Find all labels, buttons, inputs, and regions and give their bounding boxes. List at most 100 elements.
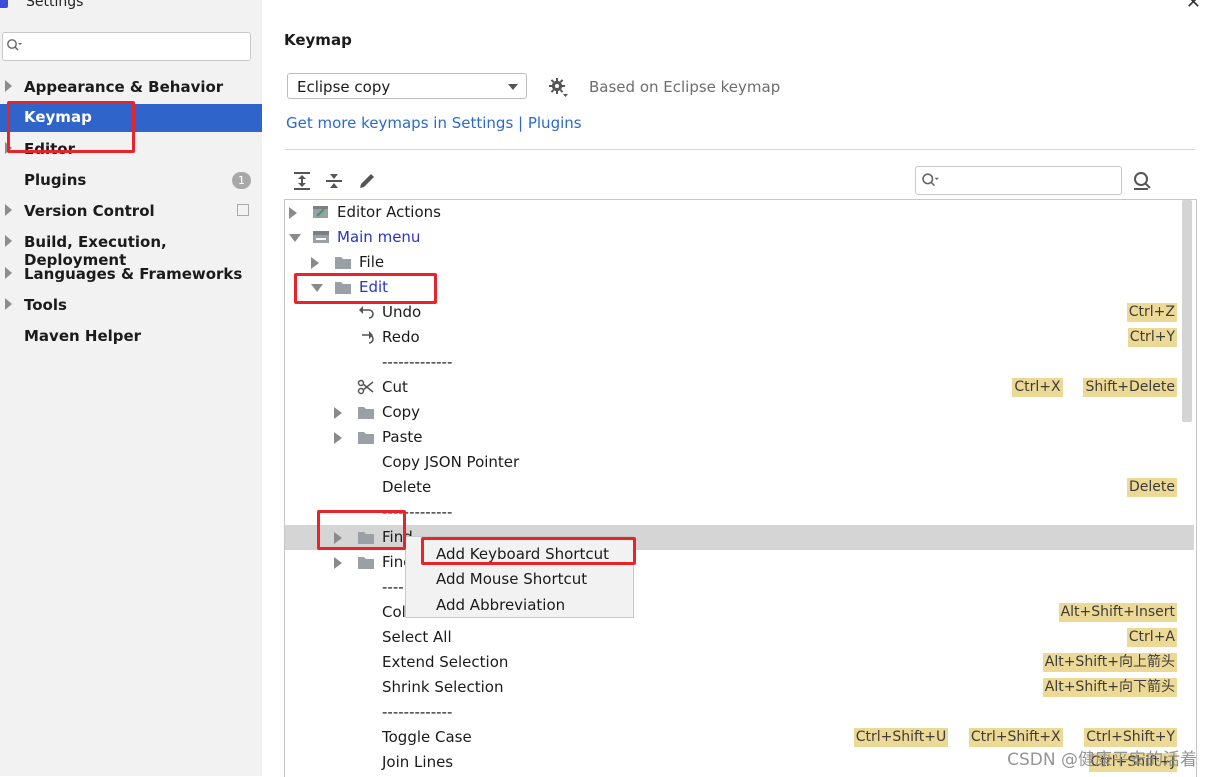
undo-icon [357,304,375,320]
shortcut-badge: Ctrl+Y [1127,328,1177,347]
tree-row[interactable]: Extend Selection Alt+Shift+向上箭头 [285,650,1194,675]
annotation-box-add-keyboard-shortcut [421,537,636,565]
annotation-box-keymap [7,101,135,153]
tree-row-label: ------------- [382,353,453,371]
tree-row-label: Delete [382,478,432,496]
sidebar-item-maven-helper[interactable]: Maven Helper [0,323,262,351]
tree-row[interactable]: Select All Ctrl+A [285,625,1194,650]
expand-all-icon[interactable] [292,171,312,191]
tree-row[interactable]: ------------- [285,500,1194,525]
editor-actions-icon [312,204,330,220]
tree-row[interactable]: Main menu [285,225,1194,250]
collapse-all-icon[interactable] [324,171,344,191]
chevron-right-icon[interactable] [334,407,342,419]
search-icon [7,39,22,51]
tree-row-label: Cut [382,378,408,396]
folder-icon [357,554,375,570]
tree-row[interactable]: Paste [285,425,1194,450]
based-on-text: Based on Eclipse keymap [589,78,781,96]
folder-icon [334,254,352,270]
menu-item-label: Add Mouse Shortcut [436,570,588,588]
shortcut-badge: Shift+Delete [1083,378,1177,397]
menu-item-label: Add Abbreviation [436,596,566,614]
shortcut-badge: Ctrl+Z [1126,303,1177,322]
folder-icon [357,429,375,445]
tree-row[interactable]: Shrink Selection Alt+Shift+向下箭头 [285,675,1194,700]
settings-search-input[interactable] [2,32,251,61]
keymap-filter-input[interactable] [915,166,1122,195]
tree-row[interactable]: File [285,250,1194,275]
sidebar-item-label: Version Control [24,202,155,220]
chevron-right-icon[interactable] [5,80,12,92]
tree-row-label: ---- [382,578,404,596]
menu-item-add-mouse-shortcut[interactable]: Add Mouse Shortcut [406,566,633,592]
sidebar-item-languages-frameworks[interactable]: Languages & Frameworks [0,261,262,289]
shortcut-badge: Ctrl+A [1126,628,1177,647]
sidebar-item-version-control[interactable]: Version Control [0,198,262,226]
shortcut-badge: Alt+Shift+Insert [1058,603,1177,622]
tree-row-label: Join Lines [382,753,454,771]
sidebar-item-label: Plugins [24,171,87,189]
sidebar-item-label: Maven Helper [24,327,142,345]
menu-icon [312,229,330,245]
chevron-right-icon[interactable] [5,204,12,216]
project-level-icon [237,204,249,216]
shortcut-badge: Delete [1127,478,1177,497]
shortcut-badge: Alt+Shift+向上箭头 [1042,653,1177,672]
shortcut-badge: Ctrl+Shift+U [853,728,949,747]
tree-row[interactable]: ------------- [285,350,1194,375]
gear-icon[interactable] [548,77,568,97]
keymap-select[interactable]: Eclipse copy [287,73,527,99]
sidebar-item-tools[interactable]: Tools [0,292,262,320]
window-title: Settings [26,0,84,10]
shortcut-badge: Ctrl+X [1012,378,1063,397]
chevron-right-icon[interactable] [5,298,12,310]
tree-row-label: Toggle Case [382,728,472,746]
edit-pencil-icon[interactable] [357,171,377,191]
divider [285,149,1195,150]
close-window-icon[interactable]: ✕ [1186,0,1201,13]
find-by-shortcut-icon[interactable] [1131,170,1153,192]
tree-row[interactable]: Redo Ctrl+Y [285,325,1194,350]
get-more-keymaps-link[interactable]: Get more keymaps in Settings | Plugins [286,114,582,132]
tree-row[interactable]: ------------- [285,700,1194,725]
tree-row-label: Redo [382,328,420,346]
menu-item-add-abbreviation[interactable]: Add Abbreviation [406,592,633,618]
watermark-text: CSDN @健康平安的活着 [1007,750,1197,770]
chevron-down-icon [508,84,518,90]
tree-row[interactable]: Cut Shift+Delete Ctrl+X [285,375,1194,400]
search-icon [922,173,939,187]
app-logo-icon [0,0,8,8]
annotation-box-edit [294,273,437,304]
sidebar-item-label: Appearance & Behavior [24,78,224,96]
sidebar-item-build-execution-deployment[interactable]: Build, Execution, Deployment [0,229,262,269]
tree-row-label: Copy JSON Pointer [382,453,520,471]
chevron-right-icon[interactable] [334,432,342,444]
sidebar-item-label: Languages & Frameworks [24,265,243,283]
sidebar-item-label: Tools [24,296,67,314]
tree-row-label: ------------- [382,703,453,721]
sidebar-item-appearance-behavior[interactable]: Appearance & Behavior [0,74,262,102]
tree-row-label: Select All [382,628,452,646]
tree-row[interactable]: Copy JSON Pointer [285,450,1194,475]
chevron-right-icon[interactable] [5,235,12,247]
chevron-right-icon[interactable] [334,557,342,569]
tree-row-label: Copy [382,403,421,421]
chevron-right-icon[interactable] [289,207,297,219]
tree-row-label: Undo [382,303,422,321]
update-count-badge: 1 [232,172,251,189]
chevron-right-icon[interactable] [5,267,12,279]
folder-icon [357,404,375,420]
tree-row[interactable]: Delete Delete [285,475,1194,500]
tree-row-label: File [359,253,385,271]
keymap-select-value: Eclipse copy [297,78,391,96]
page-title: Keymap [284,31,352,49]
chevron-down-icon[interactable] [289,234,301,242]
sidebar-item-plugins[interactable]: Plugins 1 [0,167,262,195]
tree-row[interactable]: Copy [285,400,1194,425]
tree-row-label: Extend Selection [382,653,509,671]
tree-row-label: Paste [382,428,423,446]
tree-row[interactable]: Editor Actions [285,200,1194,225]
chevron-right-icon[interactable] [311,257,319,269]
tree-scrollbar[interactable] [1182,200,1192,422]
